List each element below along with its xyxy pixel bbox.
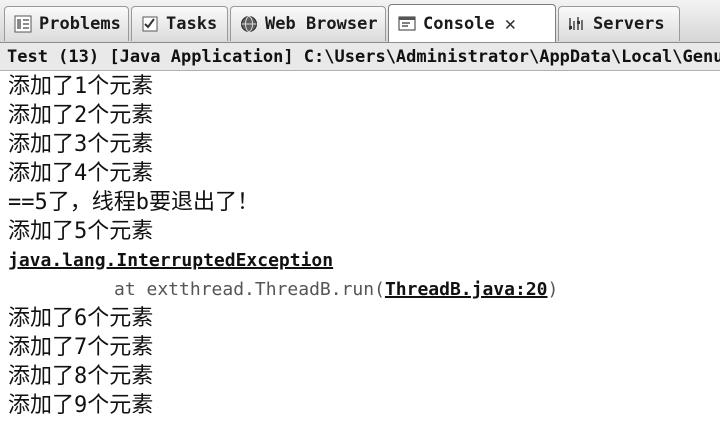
servers-icon <box>567 14 587 34</box>
tab-label: Servers <box>593 14 665 34</box>
console-line: 添加了7个元素 <box>8 335 154 360</box>
stack-source-link[interactable]: ThreadB.java:20 <box>385 279 548 300</box>
exception-name[interactable]: java.lang.InterruptedException <box>8 250 333 271</box>
tab-tasks[interactable]: Tasks <box>131 6 228 41</box>
console-line: 添加了3个元素 <box>8 132 154 157</box>
tab-label: Web Browser <box>265 14 378 34</box>
close-icon[interactable]: ✕ <box>505 13 516 35</box>
console-line: 添加了4个元素 <box>8 161 154 186</box>
tab-problems[interactable]: Problems <box>4 6 129 41</box>
tab-label: Problems <box>39 14 121 34</box>
view-tab-bar: Problems Tasks Web Browser Console ✕ Ser… <box>0 0 720 43</box>
tab-console[interactable]: Console ✕ <box>388 4 556 42</box>
tasks-icon <box>140 14 160 34</box>
globe-icon <box>239 14 259 34</box>
console-line: 添加了2个元素 <box>8 103 154 128</box>
console-process-path: Test (13) [Java Application] C:\Users\Ad… <box>0 43 720 71</box>
tab-web-browser[interactable]: Web Browser <box>230 6 386 41</box>
stack-end-text: ) <box>547 279 559 300</box>
tab-servers[interactable]: Servers <box>558 6 680 41</box>
tab-label: Console <box>423 13 495 34</box>
console-line: 添加了5个元素 <box>8 219 154 244</box>
console-line: ==5了，线程b要退出了！ <box>8 190 259 215</box>
tab-label: Tasks <box>166 14 218 34</box>
console-line: 添加了8个元素 <box>8 364 154 389</box>
stack-at-text: at extthread.ThreadB.run( <box>114 279 385 300</box>
problems-icon <box>13 14 33 34</box>
console-output[interactable]: 添加了1个元素 添加了2个元素 添加了3个元素 添加了4个元素 ==5了，线程b… <box>0 72 720 439</box>
console-icon <box>397 14 417 34</box>
exception-line: java.lang.InterruptedException <box>8 246 720 275</box>
console-line: 添加了1个元素 <box>8 74 154 99</box>
console-line: 添加了6个元素 <box>8 306 154 331</box>
stack-trace-line: at extthread.ThreadB.run(ThreadB.java:20… <box>8 275 720 304</box>
console-line: 添加了9个元素 <box>8 393 154 418</box>
